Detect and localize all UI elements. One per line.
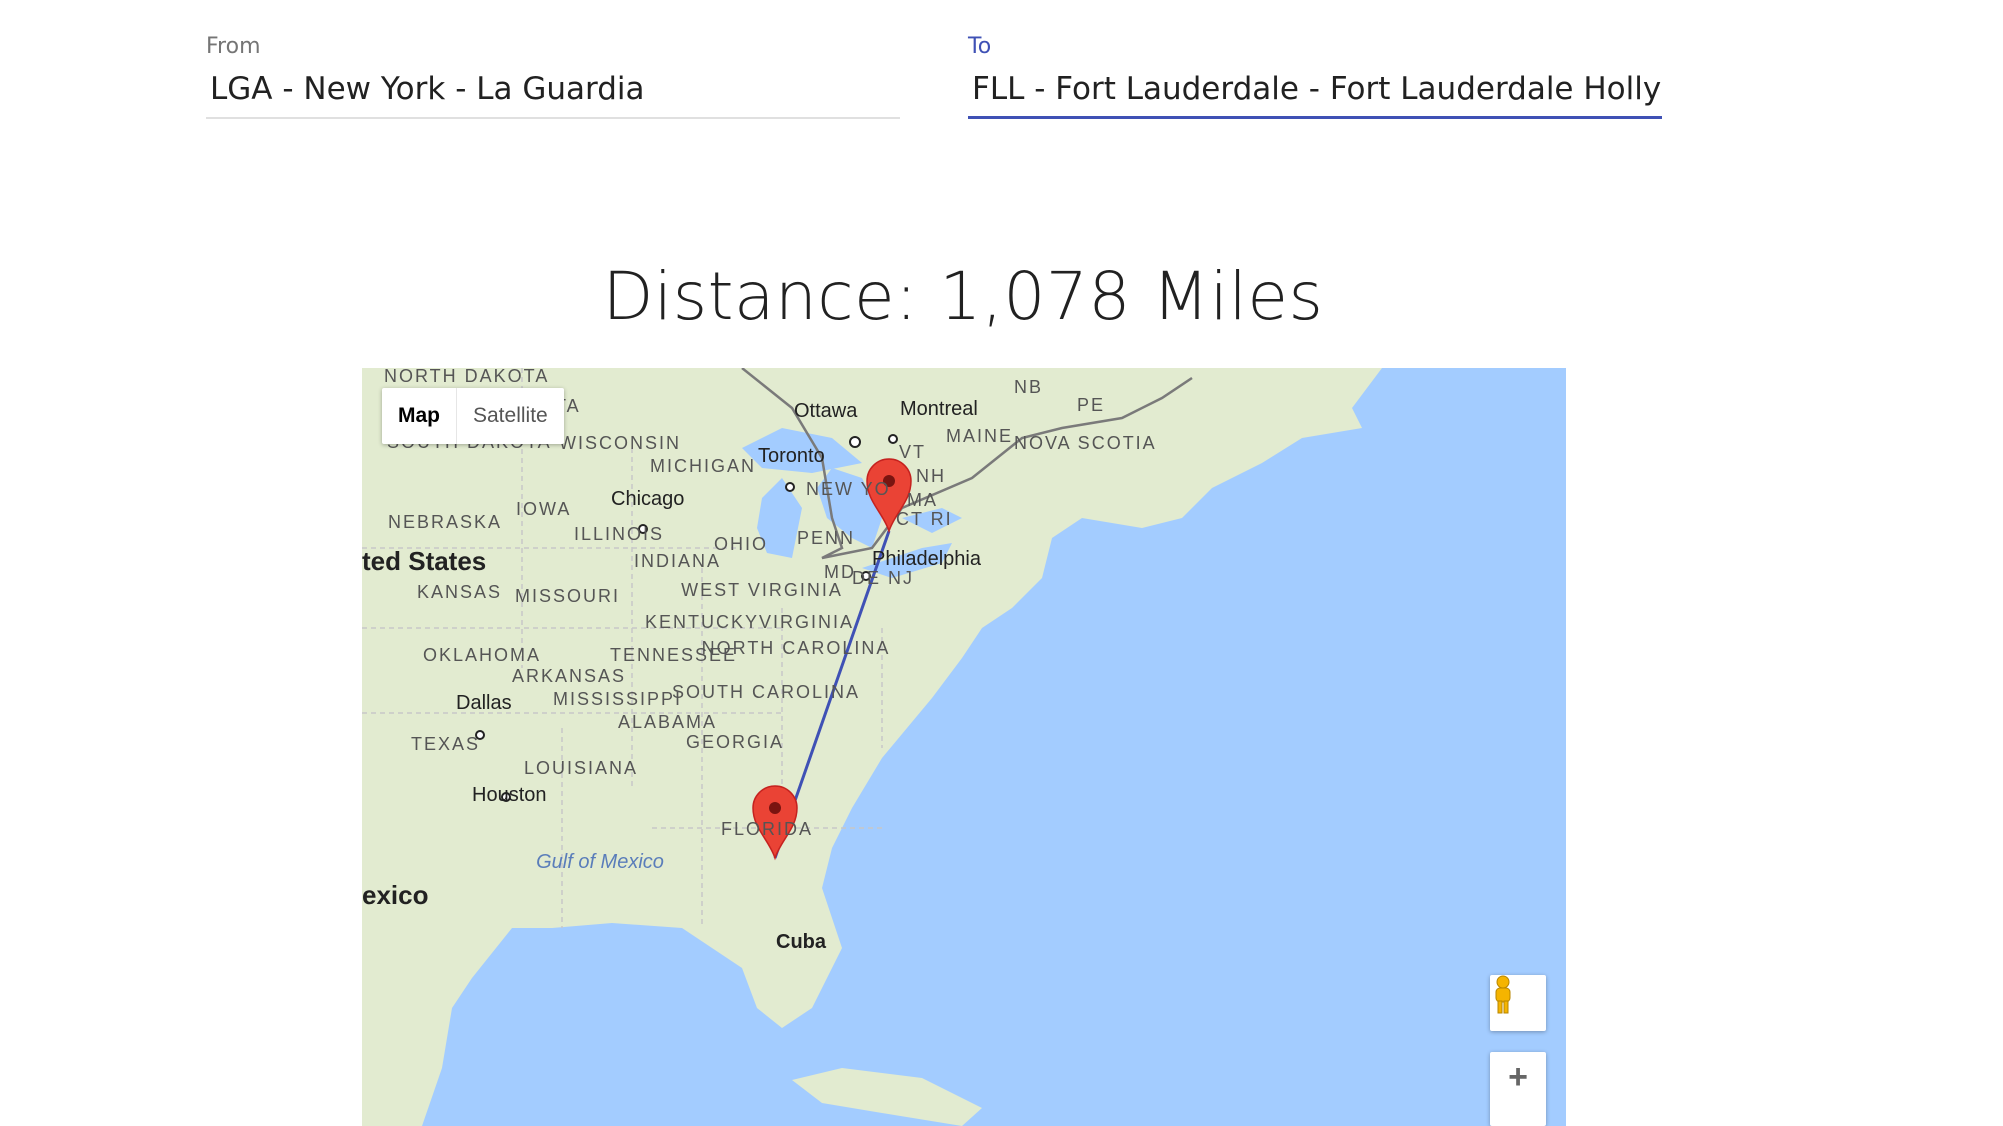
map[interactable]: NORTH DAKOTA SOTA SOUTH DAKOTA WISCONSIN…	[362, 368, 1566, 1126]
label-iowa: IOWA	[516, 499, 571, 519]
label-louisiana: LOUISIANA	[524, 758, 638, 778]
label-new-york: NEW YO	[806, 479, 891, 499]
distance-heading: Distance: 1,078 Miles	[602, 258, 1324, 335]
label-ottawa: Ottawa	[794, 400, 858, 422]
from-label: From	[206, 34, 261, 59]
label-missouri: MISSOURI	[515, 586, 620, 606]
label-vt: VT	[899, 442, 926, 462]
label-georgia: GEORGIA	[686, 732, 784, 752]
label-nb: NB	[1014, 377, 1043, 397]
label-kansas: KANSAS	[417, 582, 502, 602]
toronto-dot	[785, 482, 795, 492]
label-south-carolina: SOUTH CAROLINA	[672, 682, 860, 702]
map-canvas[interactable]: NORTH DAKOTA SOTA SOUTH DAKOTA WISCONSIN…	[362, 368, 1566, 1126]
label-arkansas: ARKANSAS	[512, 666, 626, 686]
label-texas: TEXAS	[411, 734, 480, 754]
plus-icon: +	[1508, 1058, 1528, 1096]
street-view-pegman-icon[interactable]	[1490, 975, 1546, 1031]
label-indiana: INDIANA	[634, 551, 721, 571]
label-ct-ri: CT RI	[896, 509, 953, 529]
label-oklahoma: OKLAHOMA	[423, 645, 541, 665]
label-florida: FLORIDA	[721, 819, 813, 839]
label-alabama: ALABAMA	[618, 712, 717, 732]
from-field[interactable]: From LGA - New York - La Guardia	[206, 34, 900, 119]
label-montreal: Montreal	[900, 398, 978, 420]
ottawa-dot	[849, 436, 861, 448]
label-penn: PENN	[797, 528, 855, 548]
label-nh: NH	[916, 466, 946, 486]
label-pe: PE	[1077, 395, 1105, 415]
to-input[interactable]: FLL - Fort Lauderdale - Fort Lauderdale …	[968, 69, 1662, 119]
label-north-carolina: NORTH CAROLINA	[702, 638, 891, 658]
from-input[interactable]: LGA - New York - La Guardia	[206, 69, 900, 119]
label-ohio: OHIO	[714, 534, 768, 554]
zoom-in-button[interactable]: +	[1490, 1052, 1546, 1126]
label-dallas: Dallas	[456, 692, 512, 714]
label-wisconsin: WISCONSIN	[559, 433, 681, 453]
map-type-satellite-button[interactable]: Satellite	[457, 388, 564, 444]
label-ma: MA	[907, 490, 938, 510]
cuba-land	[792, 1068, 982, 1126]
label-virginia: VIRGINIA	[759, 612, 854, 632]
label-maine: MAINE	[946, 426, 1013, 446]
label-mississippi: MISSISSIPPI	[553, 689, 682, 709]
label-cuba: Cuba	[776, 931, 827, 953]
label-houston: Houston	[472, 784, 547, 806]
to-label: To	[968, 34, 992, 59]
label-west-virginia: WEST VIRGINIA	[681, 580, 843, 600]
label-united-states: ted States	[362, 546, 486, 576]
to-field[interactable]: To FLL - Fort Lauderdale - Fort Lauderda…	[968, 34, 1662, 119]
label-michigan: MICHIGAN	[650, 456, 756, 476]
label-gulf-of-mexico: Gulf of Mexico	[536, 851, 664, 873]
label-kentucky: KENTUCKY	[645, 612, 759, 632]
label-mexico: exico	[362, 880, 429, 910]
label-north-dakota: NORTH DAKOTA	[384, 368, 549, 386]
label-nebraska: NEBRASKA	[388, 512, 502, 532]
label-toronto: Toronto	[758, 445, 825, 467]
label-nova-scotia: NOVA SCOTIA	[1014, 433, 1157, 453]
label-de-nj: DE NJ	[852, 568, 914, 588]
map-type-map-button[interactable]: Map	[382, 388, 457, 444]
map-type-control: Map Satellite	[382, 388, 564, 444]
montreal-dot	[888, 434, 898, 444]
label-chicago: Chicago	[611, 488, 684, 510]
label-philadelphia: Philadelphia	[872, 548, 982, 570]
label-illinois: ILLINOIS	[574, 524, 664, 544]
